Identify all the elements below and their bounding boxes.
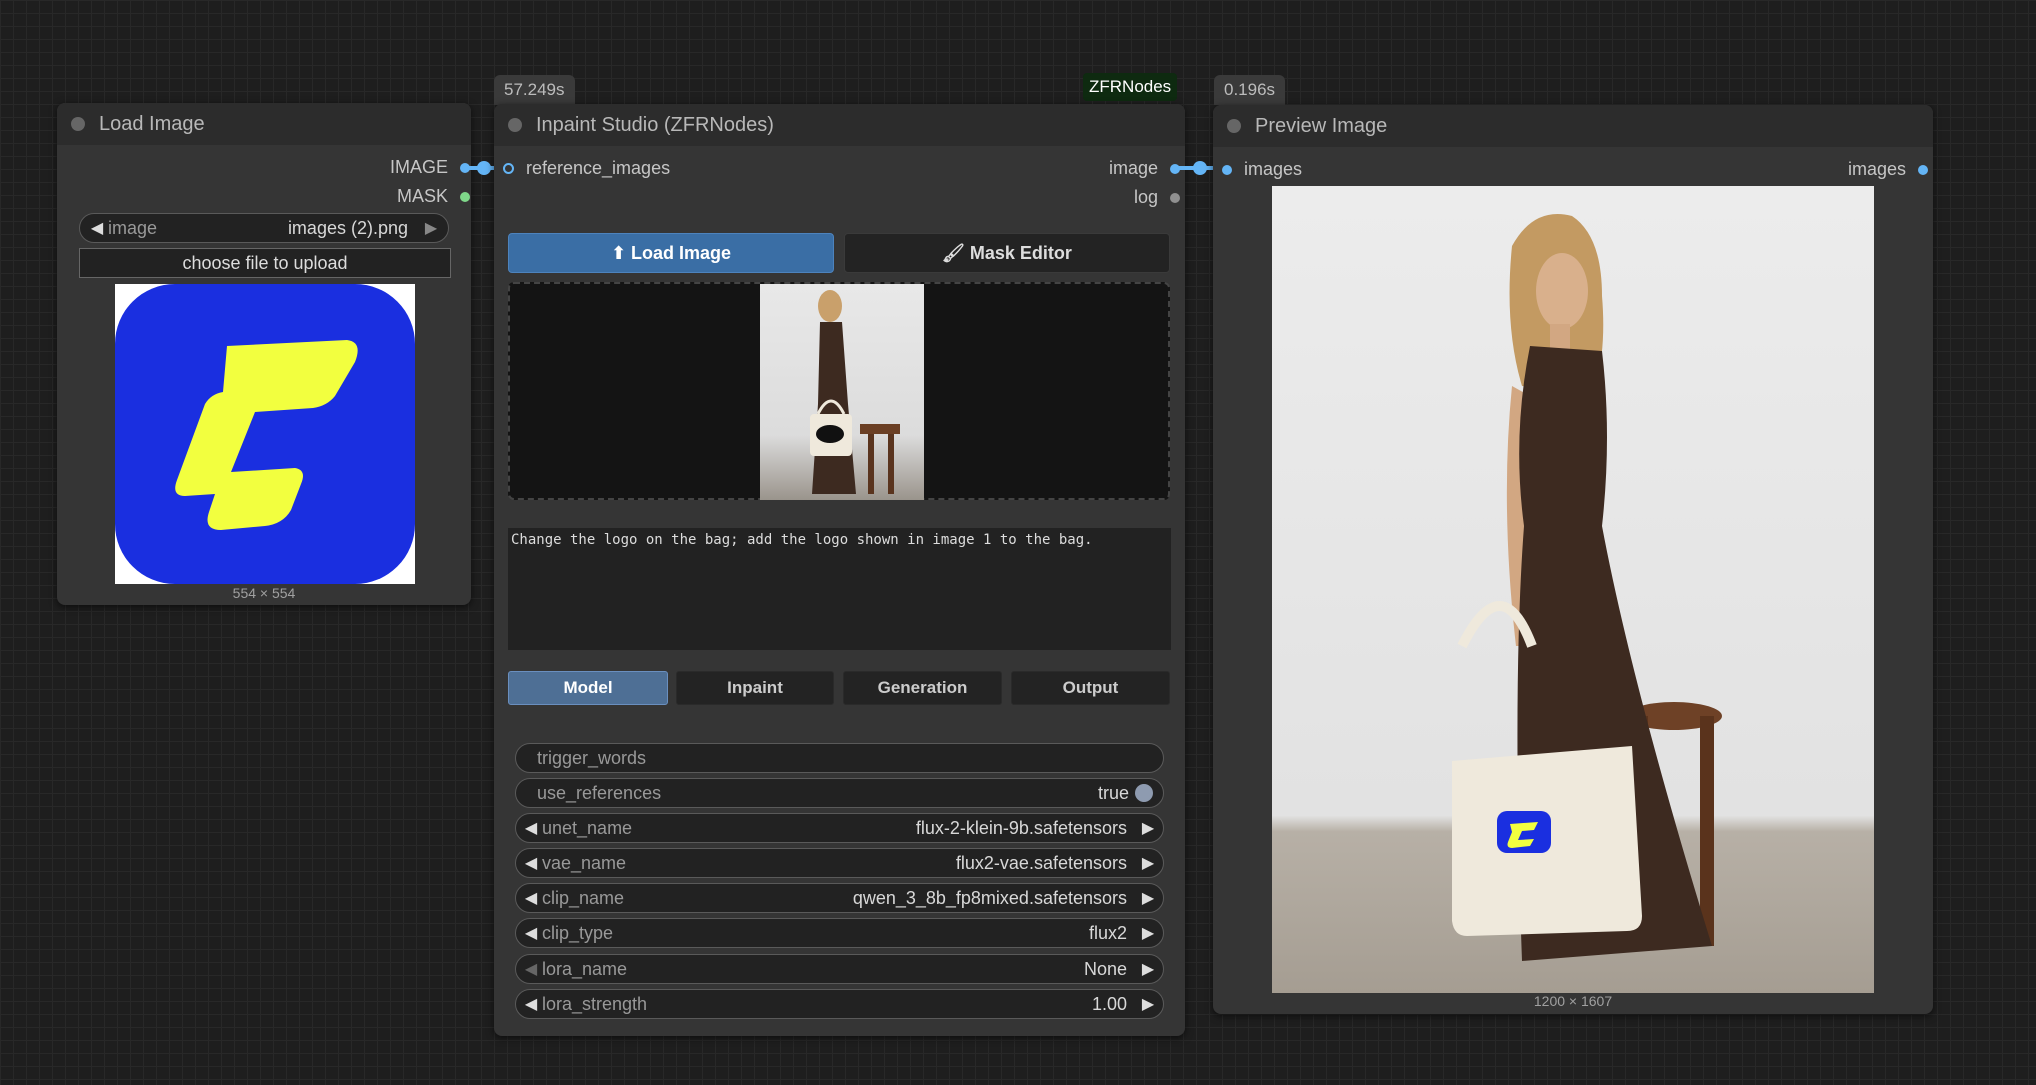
vae-name-combo[interactable]: ◀ vae_name flux2-vae.safetensors ▶	[515, 848, 1164, 878]
arrow-right-icon[interactable]: ▶	[1137, 818, 1159, 838]
widget-value: images (2).png	[287, 217, 408, 238]
output-slot-mask[interactable]: MASK	[380, 186, 470, 207]
output-slot-images[interactable]: images	[1800, 159, 1928, 180]
output-slot-image[interactable]: image	[1060, 158, 1180, 179]
image-combo-widget[interactable]: ◀ image images (2).png ▶	[79, 213, 449, 243]
tab-model[interactable]: Model	[508, 671, 668, 705]
execution-time-badge: 57.249s	[494, 75, 575, 105]
node-header[interactable]: Load Image	[57, 103, 471, 145]
widget-value: None	[1083, 958, 1127, 979]
node-title: Load Image	[99, 112, 205, 135]
image-size-label: 1200 × 1607	[1533, 993, 1613, 1009]
widget-value: qwen_3_8b_fp8mixed.safetensors	[852, 887, 1127, 908]
link-midpoint-icon[interactable]	[1193, 161, 1207, 175]
arrow-right-icon[interactable]: ▶	[1137, 994, 1159, 1014]
slot-label: images	[1244, 159, 1303, 179]
source-badge: ZFRNodes	[1083, 73, 1178, 101]
arrow-left-icon[interactable]: ◀	[520, 994, 542, 1014]
node-status-dot[interactable]	[71, 117, 85, 131]
arrow-left-icon[interactable]: ◀	[520, 888, 542, 908]
load-image-button[interactable]: ⬆ Load Image	[508, 233, 834, 273]
arrow-left-icon[interactable]: ◀	[520, 818, 542, 838]
widget-value: true	[1097, 782, 1129, 803]
node-status-dot[interactable]	[508, 118, 522, 132]
widget-label: clip_type	[542, 922, 614, 943]
use-references-toggle[interactable]: use_references true	[515, 778, 1164, 808]
widget-value: flux-2-klein-9b.safetensors	[915, 817, 1127, 838]
preview-image	[1272, 186, 1874, 993]
output-slot-image[interactable]: IMAGE	[380, 157, 470, 178]
trigger-words-field[interactable]: trigger_words	[515, 743, 1164, 773]
tab-inpaint[interactable]: Inpaint	[676, 671, 834, 705]
image-size-label: 554 × 554	[232, 585, 296, 601]
link-midpoint-icon[interactable]	[477, 161, 491, 175]
loaded-image-preview	[115, 284, 415, 584]
mask-editor-button[interactable]: 🖌 Mask Editor	[844, 233, 1170, 273]
slot-dot-icon[interactable]	[460, 191, 470, 202]
slot-label: image	[1108, 158, 1158, 178]
execution-time-badge: 0.196s	[1214, 75, 1286, 105]
woman-with-bag-thumbnail	[810, 290, 900, 494]
prompt-textarea[interactable]: Change the logo on the bag; add the logo…	[508, 528, 1171, 650]
arrow-right-icon[interactable]: ▶	[1137, 959, 1159, 979]
clip-name-combo[interactable]: ◀ clip_name qwen_3_8b_fp8mixed.safetenso…	[515, 883, 1164, 913]
slot-label: log	[1133, 187, 1158, 207]
arrow-right-icon[interactable]: ▶	[420, 218, 442, 238]
widget-label: image	[108, 217, 158, 238]
arrow-left-icon[interactable]: ◀	[86, 218, 108, 238]
woman-with-bag-photo	[1452, 214, 1722, 961]
widget-value: flux2-vae.safetensors	[955, 852, 1127, 873]
unet-name-combo[interactable]: ◀ unet_name flux-2-klein-9b.safetensors …	[515, 813, 1164, 843]
output-slot-log[interactable]: log	[1060, 187, 1180, 208]
toggle-knob-icon[interactable]	[1135, 784, 1153, 802]
slot-dot-icon[interactable]	[1170, 192, 1180, 203]
tab-output[interactable]: Output	[1011, 671, 1170, 705]
node-title: Preview Image	[1255, 114, 1388, 137]
node-header[interactable]: Inpaint Studio (ZFRNodes)	[494, 104, 1185, 146]
lora-name-combo[interactable]: ◀ lora_name None ▶	[515, 954, 1164, 984]
inpaint-thumbnail[interactable]	[760, 284, 924, 500]
node-title: Inpaint Studio (ZFRNodes)	[536, 113, 774, 136]
widget-label: clip_name	[542, 887, 625, 908]
slot-dot-icon[interactable]	[503, 163, 514, 174]
widget-label: use_references	[537, 782, 662, 803]
slot-label: MASK	[396, 186, 448, 206]
image-canvas[interactable]	[508, 282, 1170, 500]
widget-label: vae_name	[542, 852, 627, 873]
arrow-right-icon[interactable]: ▶	[1137, 853, 1159, 873]
slot-dot-icon[interactable]	[1222, 164, 1232, 175]
arrow-left-icon[interactable]: ◀	[520, 923, 542, 943]
logo-image	[115, 284, 415, 584]
widget-label: lora_strength	[542, 993, 648, 1014]
arrow-left-icon[interactable]: ◀	[520, 853, 542, 873]
lora-strength-number[interactable]: ◀ lora_strength 1.00 ▶	[515, 989, 1164, 1019]
slot-dot-icon[interactable]	[1918, 164, 1928, 175]
clip-type-combo[interactable]: ◀ clip_type flux2 ▶	[515, 918, 1164, 948]
widget-label: lora_name	[542, 958, 628, 979]
widget-value: flux2	[1088, 922, 1127, 943]
slot-label: IMAGE	[389, 157, 448, 177]
widget-value: 1.00	[1091, 993, 1127, 1014]
tab-generation[interactable]: Generation	[843, 671, 1002, 705]
widget-label: trigger_words	[537, 747, 647, 768]
input-slot-reference-images[interactable]: reference_images	[503, 158, 670, 179]
slot-label: images	[1847, 159, 1906, 179]
node-status-dot[interactable]	[1227, 119, 1241, 133]
input-slot-images[interactable]: images	[1222, 159, 1302, 180]
slot-label: reference_images	[526, 158, 671, 178]
arrow-right-icon[interactable]: ▶	[1137, 888, 1159, 908]
upload-button[interactable]: choose file to upload	[79, 248, 451, 278]
arrow-right-icon[interactable]: ▶	[1137, 923, 1159, 943]
node-header[interactable]: Preview Image	[1213, 105, 1933, 147]
arrow-left-icon[interactable]: ◀	[520, 959, 542, 979]
widget-label: unet_name	[542, 817, 633, 838]
